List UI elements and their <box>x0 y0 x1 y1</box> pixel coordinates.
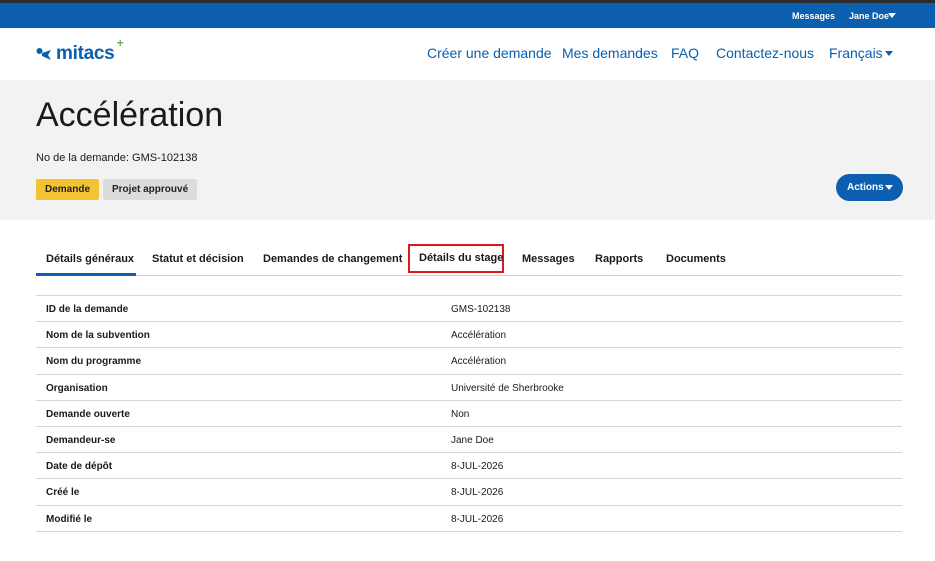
request-number: No de la demande: GMS-102138 <box>36 152 198 164</box>
nav-create-request[interactable]: Créer une demande <box>427 45 552 61</box>
row-label: ID de la demande <box>46 304 129 315</box>
row-value: 8-JUL-2026 <box>451 513 504 525</box>
row-value: GMS-102138 <box>451 304 511 315</box>
nav-my-requests[interactable]: Mes demandes <box>562 45 658 61</box>
row-value: 8-JUL-2026 <box>451 487 504 499</box>
user-menu[interactable]: Jane Doe <box>849 11 889 21</box>
table-row: Modifié le 8-JUL-2026 <box>36 506 902 532</box>
row-label: Créé le <box>46 487 80 499</box>
nav-faq[interactable]: FAQ <box>671 45 699 61</box>
row-value: Accélération <box>451 330 507 342</box>
top-messages-link[interactable]: Messages <box>792 11 835 21</box>
row-value: Accélération <box>451 356 507 368</box>
tab-messages[interactable]: Messages <box>522 244 575 276</box>
row-value: Non <box>451 408 470 420</box>
table-row: Créé le 8-JUL-2026 <box>36 479 902 506</box>
row-label: Modifié le <box>46 513 93 525</box>
row-value: Jane Doe <box>451 434 494 446</box>
tab-bar: Détails généraux Statut et décision Dema… <box>36 244 902 276</box>
badge-request: Demande <box>36 179 100 200</box>
row-label: Demandeur-se <box>46 434 116 446</box>
row-label: Organisation <box>46 382 108 394</box>
details-table: ID de la demande GMS-102138 Nom de la su… <box>36 295 902 532</box>
page-title: Accélération <box>36 96 224 134</box>
row-label: Nom de la subvention <box>46 330 150 342</box>
nav-contact[interactable]: Contactez-nous <box>716 45 814 61</box>
logo-plus-icon: + <box>116 36 124 50</box>
actions-label: Actions <box>847 182 884 193</box>
actions-chevron-down-icon[interactable] <box>885 185 893 190</box>
logo-wordmark: mitacs <box>56 43 115 64</box>
tab-status-decision[interactable]: Statut et décision <box>152 244 244 276</box>
tab-internship-details[interactable]: Détails du stage <box>408 244 504 273</box>
mitacs-logo[interactable]: mitacs + <box>36 36 124 66</box>
logo-text: mitacs + <box>56 36 124 65</box>
table-row: ID de la demande GMS-102138 <box>36 296 902 323</box>
row-label: Nom du programme <box>46 356 142 368</box>
row-label: Demande ouverte <box>46 408 130 420</box>
row-label: Date de dépôt <box>46 461 113 473</box>
tab-change-requests[interactable]: Demandes de changement <box>263 244 402 276</box>
table-row: Nom de la subvention Accélération <box>36 322 902 349</box>
table-row: Nom du programme Accélération <box>36 348 902 375</box>
chevron-down-icon[interactable] <box>888 13 896 18</box>
table-row: Demandeur-se Jane Doe <box>36 427 902 454</box>
nav-language[interactable]: Français <box>829 45 883 61</box>
row-value: Université de Sherbrooke <box>451 382 564 394</box>
language-chevron-down-icon[interactable] <box>885 51 893 56</box>
table-row: Date de dépôt 8-JUL-2026 <box>36 453 902 480</box>
tab-general-details[interactable]: Détails généraux <box>36 244 136 276</box>
badge-approved: Projet approuvé <box>103 179 198 200</box>
row-value: 8-JUL-2026 <box>451 461 504 473</box>
table-row: Organisation Université de Sherbrooke <box>36 375 902 401</box>
table-row: Demande ouverte Non <box>36 401 902 427</box>
top-utility-bar: Messages Jane Doe <box>0 0 935 28</box>
page-hero: Accélération No de la demande: GMS-10213… <box>0 80 935 220</box>
tab-documents[interactable]: Documents <box>666 244 726 276</box>
tab-reports[interactable]: Rapports <box>595 244 643 276</box>
main-header: mitacs + Créer une demande Mes demandes … <box>0 28 935 80</box>
logo-mark-icon <box>36 47 52 61</box>
